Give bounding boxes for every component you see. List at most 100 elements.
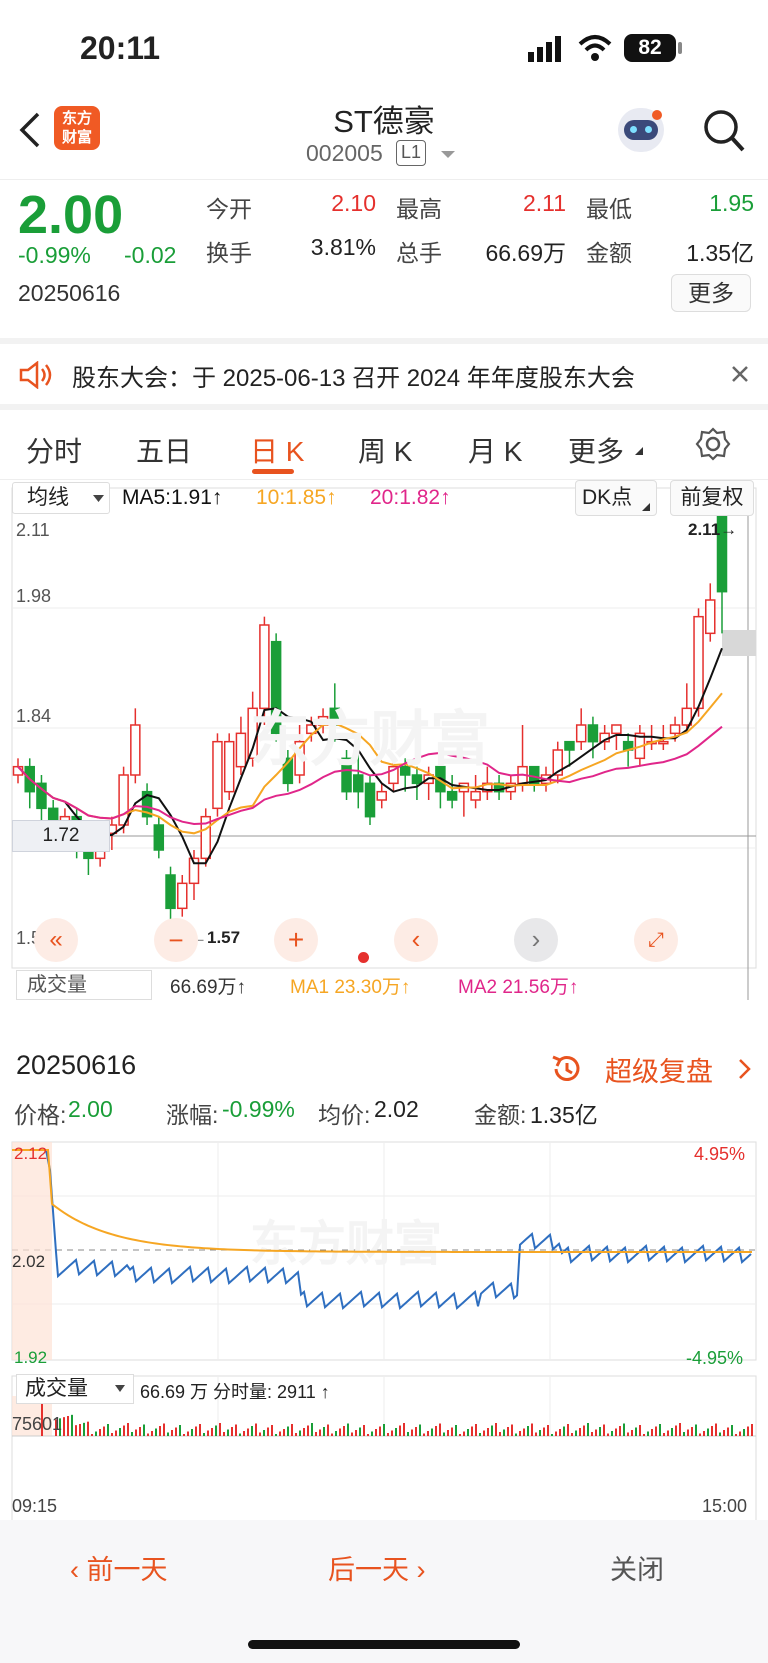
intraday-volume-text: 66.69 万 分时量: 2911 ↑: [140, 1382, 330, 1402]
stock-code: 002005: [306, 140, 383, 166]
intraday-high-label: 2.12: [14, 1144, 48, 1163]
intraday-low-label: 1.92: [14, 1348, 48, 1367]
intraday-volume-select[interactable]: 成交量: [16, 1374, 134, 1404]
candle-body: [658, 740, 669, 745]
high-value: 2.11: [522, 190, 566, 216]
ma20-legend: 20:1.82↑: [370, 486, 451, 509]
watermark-logo: 东方财富: [250, 706, 490, 773]
intraday-pct-bottom: -4.95%: [686, 1348, 744, 1368]
quote-date: 20250616: [18, 280, 121, 306]
caret-down-icon[interactable]: [440, 150, 456, 160]
more-button[interactable]: 更多: [671, 274, 751, 312]
gear-icon[interactable]: [695, 426, 731, 462]
robot-assistant-icon[interactable]: [618, 108, 664, 152]
kline-volume-text: 66.69万↑: [170, 977, 247, 998]
open-label: 今开: [206, 196, 252, 222]
previous-day-button[interactable]: ‹ 前一天: [70, 1548, 168, 1587]
detail-amount-label: 金额:: [474, 1102, 527, 1128]
tab-month-k[interactable]: 月 K: [468, 430, 522, 470]
axis-label-top: 2.11: [16, 520, 50, 540]
search-icon[interactable]: [702, 108, 746, 154]
detail-price-value: 2.00: [68, 1096, 113, 1122]
close-icon[interactable]: [730, 364, 750, 384]
crosshair-marker: [722, 630, 756, 656]
current-dot-indicator: [358, 952, 369, 963]
close-button[interactable]: 关闭: [610, 1548, 664, 1587]
candle-body: [564, 740, 575, 751]
dropdown-caret-icon: [93, 495, 104, 502]
quote-panel: 2.00 -0.99% -0.02 20250616 今开 2.10 最高 2.…: [0, 180, 768, 338]
chevron-right-icon: ›: [409, 1555, 426, 1585]
volume-max-label: 75601: [12, 1414, 63, 1434]
adjust-price-button[interactable]: 前复权: [670, 480, 754, 516]
super-replay-button[interactable]: 超级复盘: [605, 1050, 713, 1089]
chevron-right-icon[interactable]: [738, 1058, 752, 1080]
zoom-in-button[interactable]: +: [274, 918, 318, 962]
candle-body: [177, 882, 188, 910]
candle-body: [223, 740, 235, 793]
change-percent: -0.99%: [18, 242, 91, 268]
kline-volume-ma1: MA1 23.30万↑: [290, 977, 411, 998]
detail-amount-value: 1.35亿: [530, 1102, 598, 1128]
intraday-mid-label: 2.02: [12, 1252, 46, 1271]
notice-text: 股东大会：于 2025-06-13 召开 2024 年年度股东大会: [72, 365, 635, 392]
candle-body: [153, 824, 165, 851]
corner-caret-icon: [642, 503, 650, 511]
open-value: 2.10: [331, 190, 376, 216]
turnover-label: 换手: [206, 240, 252, 266]
ma10-legend: 10:1.85↑: [256, 486, 337, 509]
dk-point-button[interactable]: DK点: [575, 480, 657, 516]
tab-five-day[interactable]: 五日: [136, 430, 192, 470]
dropdown-caret-icon: [115, 1385, 125, 1392]
battery-icon: 82: [624, 34, 676, 62]
ma5-legend: MA5:1.91↑: [122, 486, 223, 509]
detail-avg-label: 均价:: [318, 1102, 371, 1128]
candle-body: [376, 790, 387, 801]
volume-value: 66.69万: [485, 240, 566, 266]
indicator-select[interactable]: 均线: [12, 482, 110, 514]
time-end-label: 15:00: [702, 1496, 748, 1516]
axis-label-2: 1.98: [16, 586, 52, 606]
fullscreen-button[interactable]: ⤢: [634, 918, 678, 962]
axis-label-3: 1.84: [16, 706, 52, 726]
prev-candle-button[interactable]: ‹: [394, 918, 438, 962]
tab-day-k[interactable]: 日 K: [250, 430, 304, 470]
detail-pct-label: 涨幅:: [166, 1102, 219, 1128]
candle-body: [364, 782, 376, 818]
intraday-pct-top: 4.95%: [694, 1144, 746, 1164]
nav-bar: 东方 财富 ST德豪 002005 L1: [0, 100, 768, 180]
detail-pct-value: -0.99%: [222, 1096, 295, 1122]
watermark-logo: 东方财富: [250, 1218, 442, 1271]
high-label: 最高: [396, 196, 442, 222]
zoom-out-button[interactable]: −: [154, 918, 198, 962]
level-badge: L1: [396, 140, 426, 166]
next-day-button[interactable]: 后一天 ›: [328, 1548, 426, 1587]
history-clock-icon[interactable]: [550, 1052, 584, 1086]
tab-intraday[interactable]: 分时: [26, 430, 82, 470]
low-value: 1.95: [709, 190, 754, 216]
candle-body: [575, 724, 587, 743]
battery-tip: [678, 42, 682, 54]
tab-week-k[interactable]: 周 K: [358, 430, 412, 470]
tab-more[interactable]: 更多: [568, 430, 624, 470]
candle-body: [587, 724, 599, 743]
candle-body: [235, 732, 247, 768]
crosshair-price-label: 1.72: [12, 820, 110, 852]
auction-region: [12, 1142, 52, 1360]
home-indicator: [248, 1640, 520, 1649]
notice-bar[interactable]: 股东大会：于 2025-06-13 召开 2024 年年度股东大会: [0, 338, 768, 410]
detail-avg-value: 2.02: [374, 1096, 419, 1122]
kline-chart[interactable]: 东方财富 均线 MA5:1.91↑ 10:1.85↑ 20:1.82↑ DK点 …: [0, 480, 768, 1040]
volume-label: 总手: [396, 240, 442, 266]
kline-volume-select[interactable]: 成交量: [16, 970, 152, 1000]
intraday-chart[interactable]: 东方财富: [0, 1140, 768, 1560]
turnover-value: 3.81%: [310, 234, 376, 260]
amount-value: 1.35亿: [686, 240, 754, 266]
status-time: 20:11: [80, 30, 161, 66]
rewind-button[interactable]: «: [34, 918, 78, 962]
candle-body: [470, 790, 481, 801]
candle-body: [705, 599, 716, 635]
next-candle-button[interactable]: ›: [514, 918, 558, 962]
low-label: 最低: [586, 196, 632, 222]
candle-body: [411, 774, 423, 785]
